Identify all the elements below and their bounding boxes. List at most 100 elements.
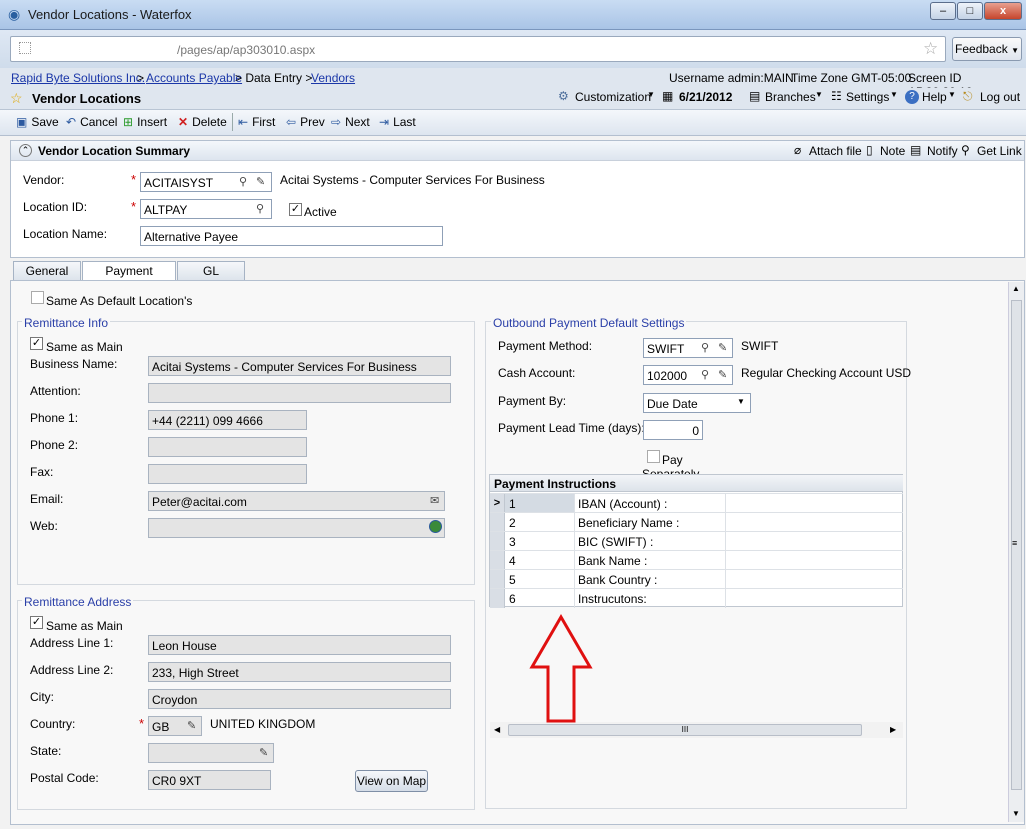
row-selector[interactable] — [490, 589, 505, 608]
table-row[interactable]: >1 IBAN (Account) : — [490, 493, 903, 513]
phone2-field[interactable] — [148, 437, 307, 457]
row-selector[interactable] — [490, 513, 505, 532]
email-field[interactable]: Peter@acitai.com — [148, 491, 445, 511]
scroll-left-icon[interactable]: ◀ — [494, 725, 500, 734]
active-checkbox[interactable]: ✓ — [289, 203, 302, 216]
first-button[interactable]: ⇤ First — [238, 114, 275, 130]
pay-separately-checkbox[interactable] — [647, 450, 660, 463]
row-number-cell[interactable]: 6 — [505, 589, 575, 608]
logout-link[interactable]: Log out — [980, 90, 1020, 104]
url-bar[interactable]: /pages/ap/ap303010.aspx ☆ — [10, 36, 946, 62]
table-row[interactable]: 6 Instrucutons: — [490, 588, 903, 608]
tab-gl-accounts[interactable]: GL Accounts — [177, 261, 245, 296]
help-menu[interactable]: Help — [922, 90, 947, 104]
row-number-cell[interactable]: 5 — [505, 570, 575, 589]
value-cell[interactable] — [726, 551, 903, 570]
scroll-down-icon[interactable]: ▼ — [1012, 809, 1020, 818]
delete-button[interactable]: ✕ Delete — [178, 114, 227, 130]
lead-time-input[interactable]: 0 — [643, 420, 703, 440]
vertical-scrollbar[interactable]: ▲ ≡ ▼ — [1008, 282, 1024, 822]
value-cell[interactable] — [726, 570, 903, 589]
business-date[interactable]: 6/21/2012 — [679, 90, 732, 104]
maximize-button[interactable]: □ — [957, 2, 983, 20]
edit-icon[interactable]: ✎ — [718, 341, 727, 354]
value-cell[interactable] — [726, 494, 903, 513]
prev-button[interactable]: ⇦ Prev — [286, 114, 325, 130]
tab-general-info[interactable]: General Info — [13, 261, 81, 296]
row-number-cell[interactable]: 4 — [505, 551, 575, 570]
feedback-button[interactable]: Feedback ▼ — [952, 37, 1022, 61]
table-row[interactable]: 3 BIC (SWIFT) : — [490, 531, 903, 551]
row-number-cell[interactable]: 3 — [505, 532, 575, 551]
breadcrumb-module[interactable]: Accounts Payable — [146, 71, 242, 85]
description-cell[interactable]: Instrucutons: — [574, 589, 726, 608]
cancel-button[interactable]: ↶ Cancel — [66, 114, 117, 130]
row-selector[interactable] — [490, 532, 505, 551]
fax-field[interactable] — [148, 464, 307, 484]
current-row-arrow-icon[interactable]: > — [490, 494, 505, 513]
business-name-field[interactable]: Acitai Systems - Computer Services For B… — [148, 356, 451, 376]
branches-menu[interactable]: Branches — [765, 90, 816, 104]
address-line2-field[interactable]: 233, High Street — [148, 662, 451, 682]
globe-icon[interactable] — [429, 520, 442, 533]
description-cell[interactable]: IBAN (Account) : — [574, 494, 726, 513]
search-icon[interactable]: ⚲ — [256, 202, 264, 215]
same-default-checkbox[interactable] — [31, 291, 44, 304]
phone1-field[interactable]: +44 (2211) 099 4666 — [148, 410, 307, 430]
grid-horizontal-scrollbar[interactable]: ◀ III ▶ — [490, 722, 903, 738]
row-selector[interactable] — [490, 551, 505, 570]
web-field[interactable] — [148, 518, 445, 538]
last-button[interactable]: ⇥ Last — [379, 114, 416, 130]
collapse-icon[interactable]: ⌃ — [19, 144, 32, 157]
value-cell[interactable] — [726, 589, 903, 608]
scroll-up-icon[interactable]: ▲ — [1012, 284, 1020, 293]
email-icon[interactable]: ✉ — [430, 494, 439, 507]
minimize-button[interactable]: – — [930, 2, 956, 20]
search-icon[interactable]: ⚲ — [701, 341, 709, 354]
view-on-map-button[interactable]: View on Map — [355, 770, 428, 792]
row-number-cell[interactable]: 1 — [505, 494, 575, 513]
description-cell[interactable]: Bank Country : — [574, 570, 726, 589]
close-button[interactable]: x — [984, 2, 1022, 20]
table-row[interactable]: 5 Bank Country : — [490, 569, 903, 589]
scroll-right-icon[interactable]: ▶ — [890, 725, 896, 734]
payment-by-select[interactable]: Due Date — [643, 393, 751, 413]
save-button[interactable]: ▣ Save — [16, 114, 59, 130]
settings-menu[interactable]: Settings — [846, 90, 889, 104]
attention-field[interactable] — [148, 383, 451, 403]
insert-button[interactable]: ⊞ Insert — [123, 114, 167, 130]
postal-code-field[interactable]: CR0 9XT — [148, 770, 271, 790]
description-cell[interactable]: Beneficiary Name : — [574, 513, 726, 532]
get-link[interactable]: Get Link — [977, 144, 1022, 158]
info-same-as-main-checkbox[interactable]: ✓ — [30, 337, 43, 350]
table-row[interactable]: 2 Beneficiary Name : — [490, 512, 903, 532]
attach-file-link[interactable]: Attach file — [809, 144, 862, 158]
row-number-cell[interactable]: 2 — [505, 513, 575, 532]
row-selector[interactable] — [490, 570, 505, 589]
vendor-input[interactable]: ACITAISYST — [140, 172, 272, 192]
bookmark-star-icon[interactable]: ☆ — [923, 39, 938, 59]
search-icon[interactable]: ⚲ — [701, 368, 709, 381]
note-link[interactable]: Note — [880, 144, 905, 158]
search-icon[interactable]: ⚲ — [239, 175, 247, 188]
edit-icon[interactable]: ✎ — [718, 368, 727, 381]
table-row[interactable]: 4 Bank Name : — [490, 550, 903, 570]
description-cell[interactable]: BIC (SWIFT) : — [574, 532, 726, 551]
address-line1-field[interactable]: Leon House — [148, 635, 451, 655]
address-same-as-main-checkbox[interactable]: ✓ — [30, 616, 43, 629]
edit-icon[interactable]: ✎ — [187, 719, 196, 732]
value-cell[interactable] — [726, 532, 903, 551]
location-name-input[interactable]: Alternative Payee — [140, 226, 443, 246]
edit-icon[interactable]: ✎ — [256, 175, 265, 188]
grid-scroll-thumb[interactable]: III — [508, 724, 862, 736]
tab-payment-settings[interactable]: Payment Settings — [82, 261, 176, 296]
city-field[interactable]: Croydon — [148, 689, 451, 709]
notify-link[interactable]: Notify — [927, 144, 958, 158]
edit-icon[interactable]: ✎ — [259, 746, 268, 759]
customization-menu[interactable]: Customization — [575, 90, 651, 104]
next-button[interactable]: ⇨ Next — [331, 114, 370, 130]
location-id-input[interactable]: ALTPAY — [140, 199, 272, 219]
value-cell[interactable] — [726, 513, 903, 532]
breadcrumb-company[interactable]: Rapid Byte Solutions Inc. — [11, 71, 145, 85]
description-cell[interactable]: Bank Name : — [574, 551, 726, 570]
